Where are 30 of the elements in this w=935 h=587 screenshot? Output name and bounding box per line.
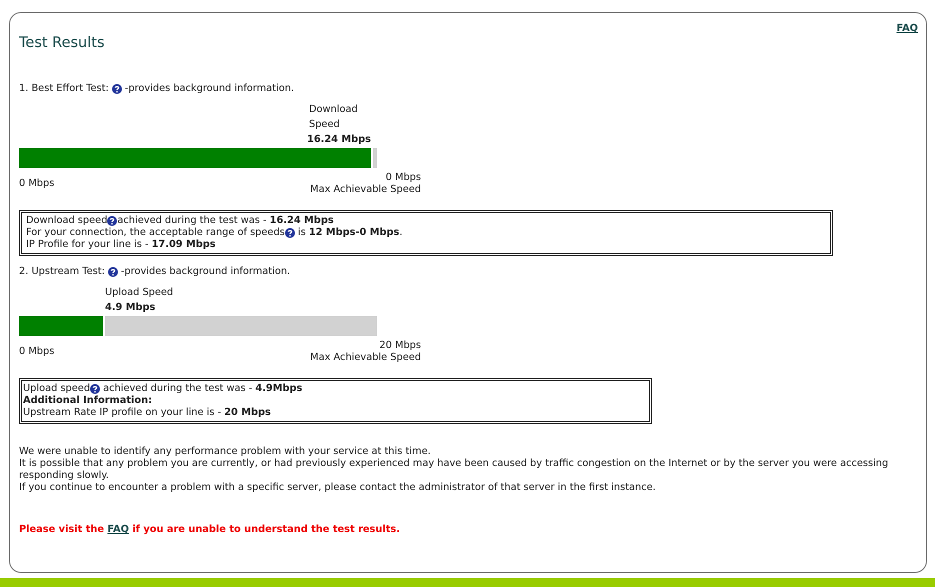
max-speed-caption: Max Achievable Speed: [310, 184, 421, 196]
max-speed-caption: Max Achievable Speed: [310, 352, 421, 364]
test-heading: 2. Upstream Test:: [19, 266, 105, 277]
info-text: is 12 Mbps-0 Mbps.: [296, 227, 403, 239]
info-text: Upload speed: [23, 383, 90, 395]
test-heading: 1. Best Effort Test:: [19, 83, 109, 94]
info-text: achieved during the test was - 4.9Mbps: [102, 383, 302, 395]
scale-min-label: 0 Mbps: [19, 346, 54, 359]
speed-label: Download Speed: [308, 103, 359, 132]
scale-max-label: 0 Mbps: [384, 172, 421, 184]
speed-label: Upload Speed: [105, 286, 174, 300]
info-text: For your connection, the acceptable range of speeds: [26, 227, 285, 239]
info-text: achieved during the test was - 16.24 Mbps: [117, 215, 334, 227]
faq-link[interactable]: FAQ: [896, 23, 918, 34]
info-text: IP Profile for your line is - 17.09 Mbps: [26, 239, 216, 251]
page-title: Test Results: [19, 35, 105, 51]
test-heading: -provides background information.: [124, 83, 294, 94]
test-heading: -provides background information.: [120, 266, 290, 277]
scale-min-label: 0 Mbps: [19, 178, 54, 191]
speed-value: 4.9 Mbps: [105, 301, 156, 315]
notice-text: Please visit the FAQ if you are unable to understand the test results.: [19, 524, 401, 535]
scale-max-label: 20 Mbps: [378, 340, 421, 352]
message-text: It is possible that any problem you are currently, or had previously experienced may have been caused by traffic congestion on the Internet or by the server you were accessing responding slowly.: [19, 458, 890, 482]
info-text: Additional Information:: [23, 395, 152, 407]
speed-value: 16.24 Mbps: [307, 133, 372, 147]
faq-link[interactable]: FAQ: [107, 524, 129, 535]
info-text: Download speed: [26, 215, 108, 227]
info-text: Upstream Rate IP profile on your line is - 20 Mbps: [23, 407, 271, 419]
message-text: We were unable to identify any performance problem with your service at this time.: [19, 446, 432, 458]
message-text: If you continue to encounter a problem with a specific server, please contact the administrator of that server in the first instance.: [19, 482, 657, 494]
